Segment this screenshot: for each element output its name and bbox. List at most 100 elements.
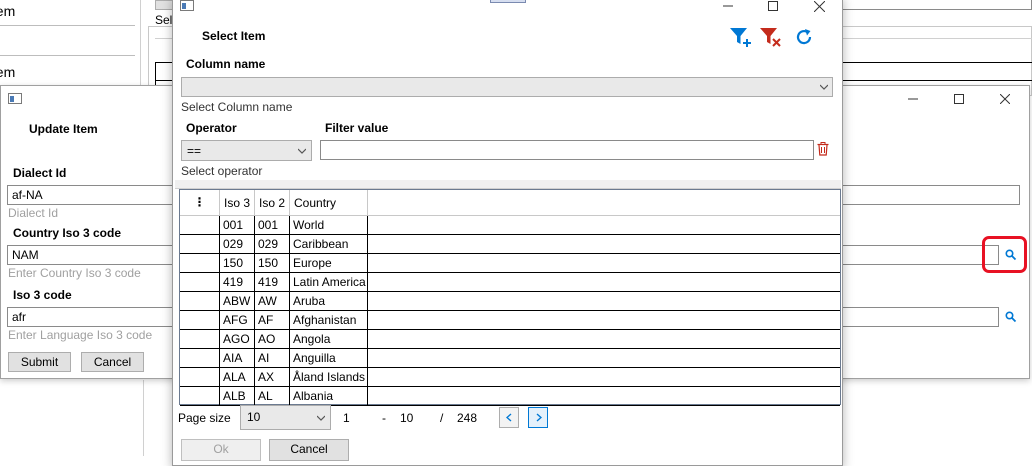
row-selector-cell[interactable] (180, 349, 220, 368)
iso3-code-label: Iso 3 code (13, 288, 72, 302)
minimize-icon (908, 98, 918, 100)
refresh-icon (796, 29, 812, 45)
previous-page-button[interactable] (499, 407, 519, 428)
table-row[interactable]: AGO AO Angola (180, 330, 840, 349)
iso3-cell: ABW (220, 292, 255, 311)
iso3-cell: 419 (220, 273, 255, 292)
table-row[interactable]: ABW AW Aruba (180, 292, 840, 311)
add-filter-button[interactable] (728, 25, 754, 49)
iso2-cell: 419 (255, 273, 290, 292)
page-to: 10 (400, 411, 414, 425)
close-button[interactable] (811, 0, 827, 14)
chevron-down-icon (317, 415, 325, 421)
app-icon (180, 0, 194, 11)
country-iso3-label: Country Iso 3 code (13, 226, 122, 240)
maximize-icon (768, 1, 778, 11)
column-header-iso3[interactable]: Iso 3 (220, 190, 255, 216)
iso3-cell: ALA (220, 368, 255, 387)
row-selector-cell[interactable] (180, 235, 220, 254)
update-dialog-title: Update Item (29, 122, 98, 136)
table-row[interactable]: 150 150 Europe (180, 254, 840, 273)
iso3-code-hint: Enter Language Iso 3 code (8, 328, 153, 342)
iso2-cell: AF (255, 311, 290, 330)
filler-cell (368, 330, 840, 349)
close-icon (813, 0, 825, 12)
filter-remove-icon (760, 28, 781, 47)
table-row[interactable]: 001 001 World (180, 216, 840, 235)
row-selector-cell[interactable] (180, 368, 220, 387)
search-icon (1005, 311, 1017, 323)
column-header-iso2[interactable]: Iso 2 (255, 190, 290, 216)
select-cancel-button[interactable]: Cancel (269, 439, 349, 461)
iso2-cell: AL (255, 387, 290, 406)
update-cancel-button[interactable]: Cancel (81, 352, 144, 372)
table-row[interactable]: AFG AF Afghanistan (180, 311, 840, 330)
row-selector-cell[interactable] (180, 292, 220, 311)
country-iso3-hint: Enter Country Iso 3 code (8, 266, 141, 280)
chevron-right-icon (536, 413, 542, 422)
row-selector-cell[interactable] (180, 311, 220, 330)
iso2-cell: 150 (255, 254, 290, 273)
filter-add-icon (730, 28, 751, 47)
clear-filter-button[interactable] (758, 25, 784, 49)
dialect-id-label: Dialect Id (13, 166, 67, 180)
iso2-cell: 001 (255, 216, 290, 235)
maximize-icon (954, 94, 964, 104)
page-slash: / (440, 411, 444, 425)
country-cell: World (290, 216, 368, 235)
table-row[interactable]: ALA AX Åland Islands (180, 368, 840, 387)
iso2-cell: AW (255, 292, 290, 311)
maximize-button[interactable] (951, 91, 967, 107)
filler-cell (368, 216, 840, 235)
filler-cell (368, 368, 840, 387)
country-cell: Åland Islands (290, 368, 368, 387)
table-row[interactable]: ALB AL Albania (180, 387, 840, 406)
ok-button[interactable]: Ok (181, 439, 261, 461)
row-selector-cell[interactable] (180, 330, 220, 349)
results-grid: ⋮ Iso 3 Iso 2 Country 001 001 World 029 029 C… (179, 189, 841, 406)
iso3-cell: 001 (220, 216, 255, 235)
row-selector-cell[interactable] (180, 216, 220, 235)
page-size-select[interactable]: 10 (240, 405, 331, 430)
delete-filter-button[interactable] (817, 142, 831, 158)
table-row[interactable]: AIA AI Anguilla (180, 349, 840, 368)
row-selector-cell[interactable] (180, 273, 220, 292)
background-sel-label: Sel (155, 13, 173, 27)
submit-button[interactable]: Submit (8, 352, 71, 372)
iso3-cell: 150 (220, 254, 255, 273)
divider (0, 55, 135, 56)
row-selector-cell[interactable] (180, 254, 220, 273)
iso2-cell: 029 (255, 235, 290, 254)
highlight-annotation (982, 236, 1027, 273)
minimize-button[interactable] (720, 0, 736, 14)
row-selector-cell[interactable] (180, 387, 220, 406)
column-header-country[interactable]: Country (290, 190, 368, 216)
grid-top-bar (175, 180, 841, 189)
country-cell: Caribbean (290, 235, 368, 254)
minimize-button[interactable] (905, 91, 921, 107)
filter-value-label: Filter value (325, 121, 389, 135)
table-row[interactable]: 419 419 Latin America (180, 273, 840, 292)
iso3-cell: 029 (220, 235, 255, 254)
filler-cell (368, 387, 840, 406)
language-search-button[interactable] (1002, 308, 1020, 326)
background-left-panel-border (140, 0, 141, 90)
column-name-select[interactable] (181, 77, 833, 97)
filter-value-field[interactable] (320, 140, 814, 160)
column-menu-button[interactable]: ⋮ (180, 190, 220, 216)
operator-select[interactable]: == (181, 140, 312, 161)
divider (0, 25, 135, 26)
dialect-id-hint: Dialect Id (8, 206, 59, 220)
chevron-left-icon (506, 413, 512, 422)
column-name-hint: Select Column name (181, 100, 293, 114)
refresh-button[interactable] (793, 26, 815, 48)
next-page-button[interactable] (528, 407, 548, 428)
column-name-label: Column name (186, 57, 266, 71)
table-row[interactable]: 029 029 Caribbean (180, 235, 840, 254)
grid-header: ⋮ Iso 3 Iso 2 Country (180, 190, 840, 216)
background-input[interactable] (828, 0, 1032, 10)
close-button[interactable] (997, 91, 1013, 107)
maximize-button[interactable] (765, 0, 781, 14)
filler-cell (368, 349, 840, 368)
country-cell: Aruba (290, 292, 368, 311)
